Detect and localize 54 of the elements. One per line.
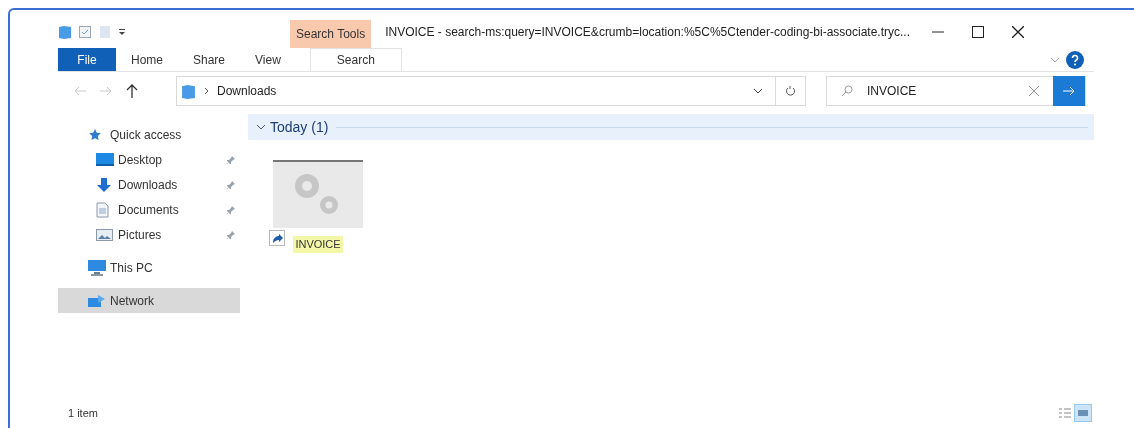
dropdown-icon[interactable] bbox=[118, 27, 126, 37]
list-icon bbox=[1059, 408, 1071, 418]
computer-icon bbox=[88, 259, 106, 276]
ribbon-tab[interactable]: File bbox=[58, 48, 116, 71]
up-arrow-icon[interactable] bbox=[126, 84, 138, 98]
chevron-right-icon[interactable] bbox=[204, 87, 209, 95]
nav-item[interactable]: Documents bbox=[66, 197, 248, 222]
search-icon bbox=[841, 85, 853, 97]
nav-item[interactable]: Network bbox=[58, 288, 240, 313]
contextual-tab-header: Search Tools bbox=[290, 20, 372, 48]
tiles-icon bbox=[1077, 408, 1089, 418]
breadcrumb[interactable]: Downloads bbox=[217, 82, 277, 100]
window-title: INVOICE - search-ms:query=INVOICE&crumb=location:%5C%5Ctender-coding-bi-associate.tryc... bbox=[385, 24, 910, 41]
ribbon-tab[interactable]: Search bbox=[309, 48, 402, 71]
nav-item[interactable]: Quick access bbox=[58, 122, 240, 147]
group-header[interactable]: Today (1) bbox=[248, 114, 1094, 140]
forward-arrow-icon[interactable] bbox=[100, 86, 112, 96]
status-text: 1 item bbox=[68, 405, 99, 421]
search-field[interactable]: INVOICE bbox=[826, 76, 1086, 106]
pin-icon[interactable] bbox=[226, 204, 236, 215]
folder-icon[interactable] bbox=[58, 25, 72, 39]
ribbon-tab[interactable]: Home bbox=[116, 48, 178, 71]
folder-icon bbox=[181, 83, 196, 99]
chevron-down-icon[interactable] bbox=[753, 87, 763, 95]
picture-icon bbox=[96, 228, 113, 241]
pin-icon[interactable] bbox=[226, 154, 236, 165]
pin-icon[interactable] bbox=[226, 179, 236, 190]
pin-icon[interactable] bbox=[226, 229, 236, 240]
star-icon bbox=[88, 127, 102, 142]
file-item[interactable]: INVOICE bbox=[272, 160, 364, 253]
document-icon bbox=[96, 201, 109, 218]
file-name: INVOICE bbox=[293, 236, 343, 253]
maximize-icon[interactable] bbox=[972, 26, 984, 38]
back-arrow-icon[interactable] bbox=[74, 86, 86, 96]
nav-item[interactable]: Downloads bbox=[66, 172, 248, 197]
down-arrow-icon bbox=[96, 176, 112, 193]
close-icon[interactable] bbox=[1012, 26, 1024, 38]
search-button[interactable] bbox=[1053, 76, 1085, 106]
nav-item[interactable]: This PC bbox=[58, 255, 240, 280]
clear-icon[interactable] bbox=[1029, 86, 1039, 96]
help-icon[interactable] bbox=[1066, 50, 1084, 69]
nav-item[interactable]: Pictures bbox=[66, 222, 248, 247]
network-icon bbox=[88, 293, 106, 308]
ribbon-tab[interactable]: View bbox=[240, 48, 296, 71]
desktop-icon bbox=[96, 153, 114, 166]
refresh-icon[interactable] bbox=[785, 85, 796, 97]
address-bar[interactable]: Downloads bbox=[176, 76, 806, 106]
properties-icon[interactable] bbox=[78, 25, 92, 39]
chevron-icon bbox=[256, 123, 266, 131]
nav-item[interactable]: Desktop bbox=[66, 147, 248, 172]
ribbon-tab[interactable]: Share bbox=[178, 48, 241, 71]
right-arrow-icon bbox=[1063, 86, 1075, 96]
search-text: INVOICE bbox=[867, 83, 918, 100]
large-icons-view-button[interactable] bbox=[1074, 404, 1092, 422]
